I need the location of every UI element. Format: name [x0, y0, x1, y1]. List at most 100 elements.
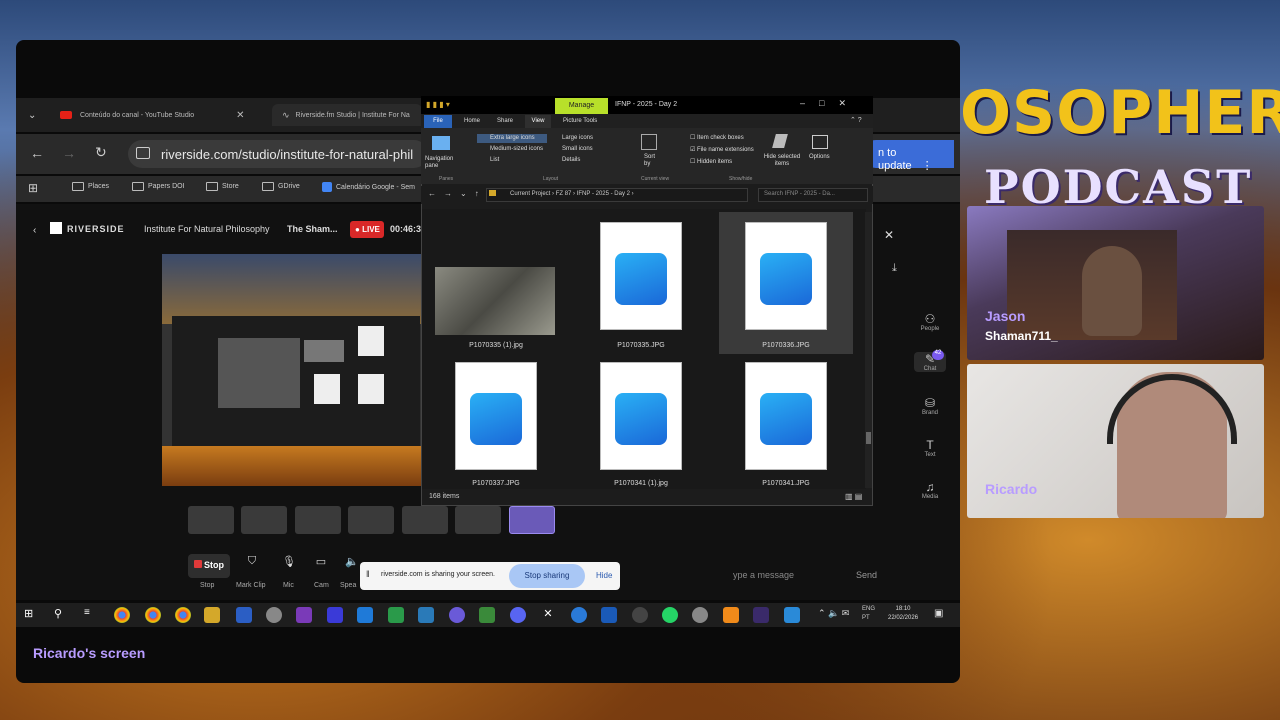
layout-option[interactable]: Large icons	[562, 135, 593, 141]
sort-icon[interactable]	[641, 134, 657, 150]
close-icon[interactable]: ✕	[236, 110, 244, 121]
bookmark-store[interactable]: Store	[206, 182, 239, 191]
chrome-icon[interactable]	[145, 607, 161, 623]
layout-option[interactable]: Medium-sized icons	[490, 146, 543, 152]
hide-share-button[interactable]: Hide	[596, 571, 612, 580]
url-text[interactable]: riverside.com/studio/institute-for-natur…	[161, 147, 413, 162]
sidebar-brand[interactable]: ⛁ Brand	[914, 396, 946, 416]
layout-thumb[interactable]	[348, 506, 394, 534]
vlc-icon[interactable]	[723, 607, 739, 623]
drag-handle-icon[interactable]: ‖	[366, 569, 370, 579]
quick-access-icons[interactable]: ▮ ▮ ▮ ▾	[426, 100, 450, 109]
breadcrumb-item[interactable]: FZ 87	[556, 191, 572, 197]
layout-thumb[interactable]	[455, 506, 501, 534]
breadcrumb-item[interactable]: IFNP - 2025 - Day 2	[577, 191, 630, 197]
back-icon[interactable]: ‹	[33, 225, 36, 236]
app-icon[interactable]	[418, 607, 434, 623]
bookmark-gdrive[interactable]: GDrive	[262, 182, 300, 191]
mark-clip-icon[interactable]: ⛉	[240, 555, 264, 577]
forward-icon[interactable]: →	[62, 145, 76, 161]
file-item[interactable]: P1070341 (1).jpg	[574, 352, 708, 494]
reload-icon[interactable]: ↻	[95, 144, 107, 161]
cam-icon[interactable]: ▭	[309, 555, 333, 577]
explorer-scrollbar[interactable]	[865, 212, 872, 488]
whatsapp-icon[interactable]	[662, 607, 678, 623]
breadcrumb-item[interactable]: Current Project	[510, 191, 550, 197]
taskbar-clock[interactable]: 18:10 22/02/2026	[888, 605, 918, 623]
ribbon-tab-share[interactable]: Share	[497, 118, 513, 124]
layout-option[interactable]: List	[490, 157, 499, 163]
tab-list-icon[interactable]: ⌄	[28, 104, 36, 126]
edge-icon[interactable]	[571, 607, 587, 623]
scroll-thumb[interactable]	[866, 432, 871, 444]
bookmark-papers[interactable]: Papers DOI	[132, 182, 185, 191]
ribbon-tab-file[interactable]: File	[424, 115, 452, 128]
view-toggle-icons[interactable]: ▥ ▤	[845, 492, 862, 501]
close-icon[interactable]: ✕	[884, 228, 894, 242]
apps-icon[interactable]: ⊞	[28, 181, 38, 195]
manage-tab[interactable]: Manage	[555, 98, 608, 114]
mic-icon[interactable]: 🎙	[277, 555, 301, 577]
app-icon[interactable]	[357, 607, 373, 623]
app-icon[interactable]	[388, 607, 404, 623]
stop-sharing-button[interactable]: Stop sharing	[509, 564, 585, 588]
options-icon[interactable]	[812, 135, 828, 149]
onenote-icon[interactable]	[296, 607, 312, 623]
layout-thumb[interactable]	[402, 506, 448, 534]
update-button[interactable]: n to update ⋮	[862, 140, 954, 172]
file-item-selected[interactable]: P1070336.JPG	[719, 212, 853, 354]
site-info-icon[interactable]	[136, 147, 150, 159]
layout-thumb[interactable]	[295, 506, 341, 534]
app-icon[interactable]	[784, 607, 800, 623]
word-icon[interactable]	[236, 607, 252, 623]
chrome-icon[interactable]	[114, 607, 130, 623]
sidebar-people[interactable]: ⚇ People	[914, 312, 946, 332]
app-icon[interactable]	[692, 607, 708, 623]
layout-option[interactable]: Small icons	[562, 146, 593, 152]
layout-thumb[interactable]	[241, 506, 287, 534]
task-view-icon[interactable]: ≡	[84, 607, 100, 623]
layout-thumb-selected[interactable]	[509, 506, 555, 534]
file-explorer-icon[interactable]	[204, 607, 220, 623]
language-indicator[interactable]: ENG PT	[862, 605, 875, 623]
app-icon[interactable]	[753, 607, 769, 623]
discord-icon[interactable]	[510, 607, 526, 623]
sidebar-text[interactable]: T Text	[914, 438, 946, 458]
file-item[interactable]: P1070335 (1).jpg	[429, 212, 563, 354]
layout-option[interactable]: Extra large icons	[490, 135, 535, 141]
notification-icon[interactable]: ▣	[934, 608, 943, 619]
layout-option[interactable]: Details	[562, 157, 580, 163]
sidebar-media[interactable]: ♫ Media	[914, 480, 946, 500]
file-item[interactable]: P1070341.JPG	[719, 352, 853, 494]
window-controls[interactable]: –□✕	[800, 98, 860, 109]
x-icon[interactable]: ✕	[540, 607, 556, 623]
options-label[interactable]: Options	[809, 154, 830, 160]
nav-arrows-icon[interactable]: ←→⌄↑	[428, 189, 487, 198]
ribbon-tab-view[interactable]: View	[525, 115, 551, 128]
stop-recording-button[interactable]: Stop	[188, 554, 230, 578]
back-icon[interactable]: ←	[30, 145, 44, 161]
help-icon[interactable]: ⌃ ?	[850, 116, 862, 124]
path-breadcrumb[interactable]: Current Project › FZ 87 › IFNP - 2025 - …	[510, 191, 634, 197]
tray-icons[interactable]: ⌃ 🔈 ✉	[818, 608, 849, 619]
app-icon[interactable]	[449, 607, 465, 623]
terminal-icon[interactable]	[601, 607, 617, 623]
bookmark-places[interactable]: Places	[72, 182, 109, 191]
sort-label[interactable]: Sort by	[644, 154, 658, 168]
start-icon[interactable]: ⊞	[24, 607, 40, 623]
download-icon[interactable]: ⤓	[892, 262, 897, 275]
tab-riverside[interactable]: ∿ Riverside.fm Studio | Institute For Na	[272, 104, 422, 126]
nav-pane-icon[interactable]	[432, 136, 450, 150]
item-checkboxes-option[interactable]: ☐ Item check boxes	[690, 134, 744, 141]
hide-selected-label[interactable]: Hide selected items	[760, 154, 804, 168]
hidden-items-option[interactable]: ☐ Hidden items	[690, 158, 732, 165]
app-icon[interactable]	[632, 607, 648, 623]
app-icon[interactable]	[479, 607, 495, 623]
ribbon-tab-home[interactable]: Home	[464, 118, 480, 124]
file-item[interactable]: P1070337.JPG	[429, 352, 563, 494]
tab-youtube-studio[interactable]: Conteúdo do canal - YouTube Studio ✕	[60, 104, 260, 126]
search-icon[interactable]: ⚲	[54, 607, 70, 623]
app-icon[interactable]	[266, 607, 282, 623]
chrome-icon[interactable]	[175, 607, 191, 623]
file-extensions-option[interactable]: ☑ File name extensions	[690, 146, 754, 153]
